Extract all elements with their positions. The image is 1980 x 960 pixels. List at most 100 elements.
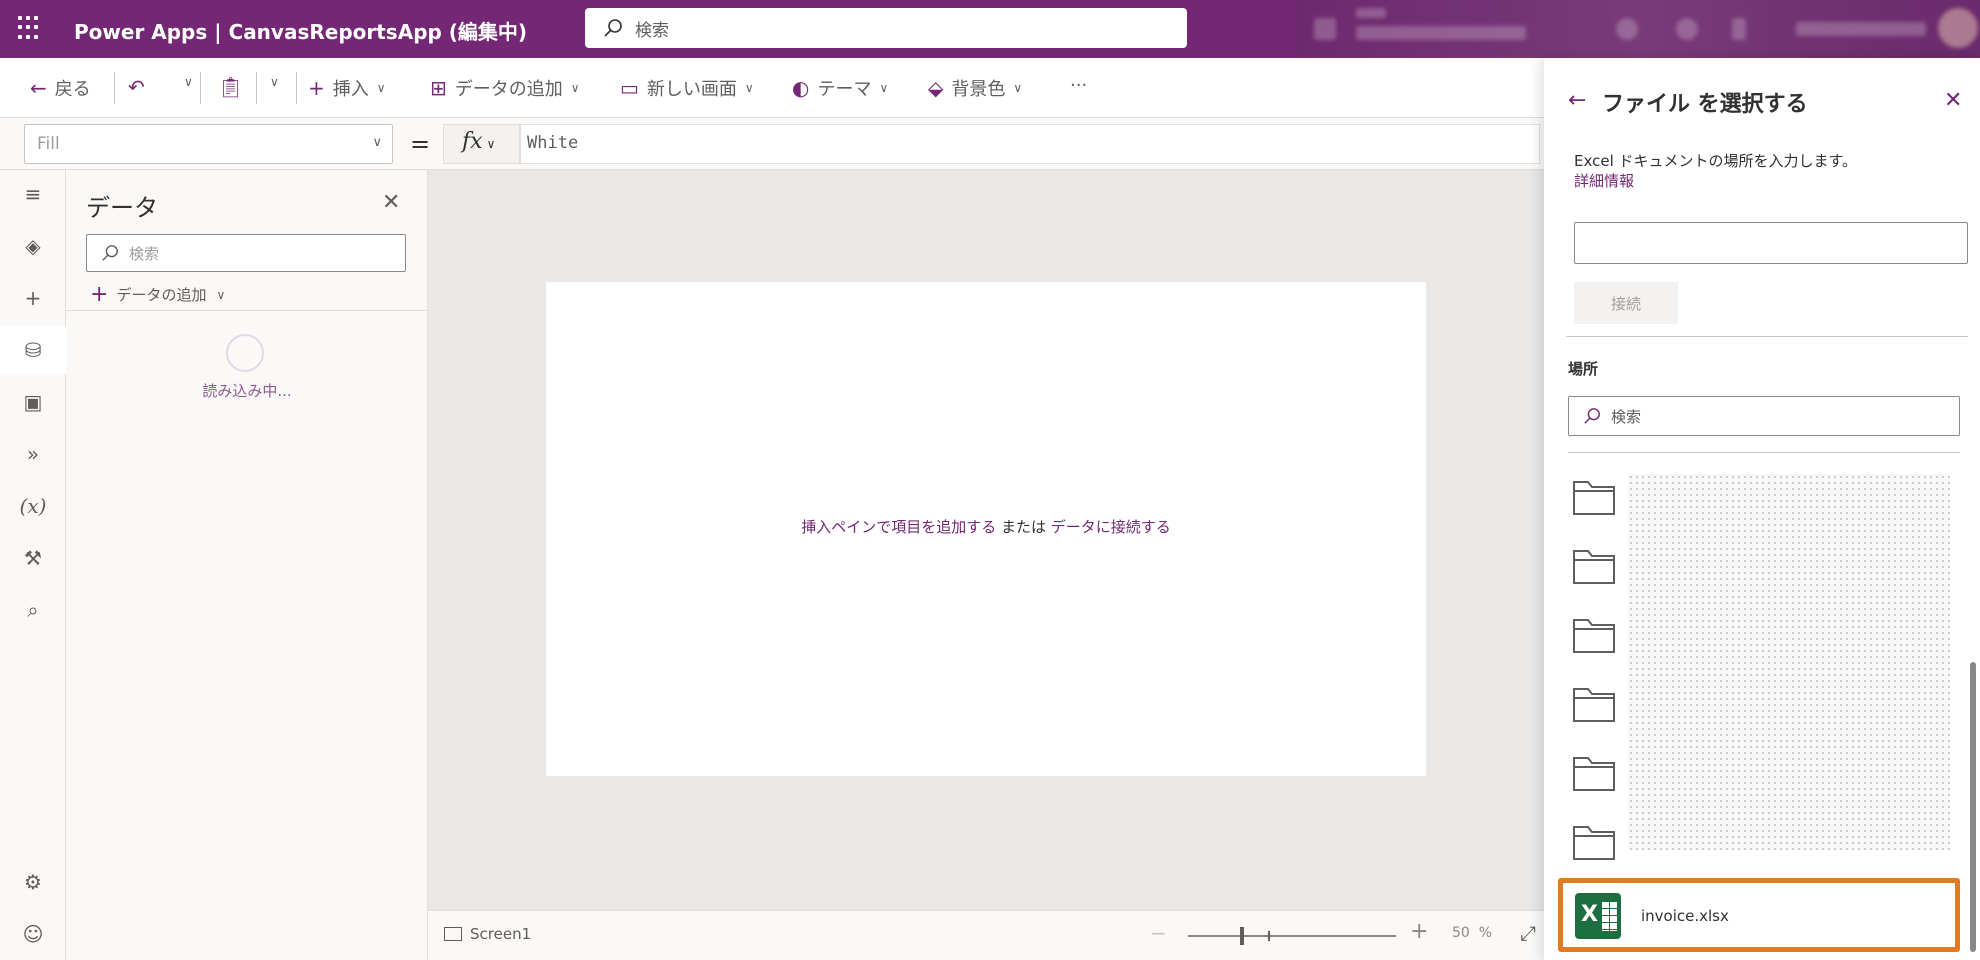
close-icon[interactable]: ✕ [1944,88,1962,113]
app-title: Power Apps | CanvasReportsApp (編集中) [74,20,528,44]
more-commands-button[interactable]: ··· [1070,75,1087,96]
data-search-placeholder: 検索 [129,244,160,263]
chevron-down-icon: ∨ [1013,81,1023,95]
separator [256,72,257,104]
folder-icon[interactable] [1572,614,1616,654]
folder-icon[interactable] [1572,821,1616,861]
new-screen-label: 新しい画面 [646,79,737,100]
loading-text: 読み込み中... [202,382,292,400]
plus-icon: + [90,282,109,307]
back-arrow-icon[interactable]: ← [1568,88,1586,113]
paste-button[interactable]: 📋︎ [218,75,251,99]
canvas-area: 挿入ペインで項目を追加する または データに接続する [428,170,1544,910]
screen-selector[interactable]: Screen1 [444,925,531,943]
folder-icon[interactable] [1572,683,1616,723]
separator [114,72,115,104]
zoom-unit: % [1478,925,1493,941]
add-data-label: データの追加 [454,79,563,100]
connect-button[interactable]: 接続 [1574,282,1678,324]
insert-label: 挿入 [332,79,369,100]
top-bar: Power Apps | CanvasReportsApp (編集中) 検索 [0,0,1980,58]
power-automate-icon[interactable]: » [0,430,66,478]
add-data-link[interactable]: + データの追加 ∨ [90,282,225,307]
theme-button[interactable]: ◐ テーマ ∨ [792,75,888,101]
location-search-placeholder: 検索 [1611,407,1642,426]
loading-spinner [226,334,264,372]
fit-to-window-icon[interactable]: ⤢ [1520,921,1536,945]
settings-icon[interactable]: ⚙ [0,858,66,906]
virtual-agent-icon[interactable]: ☺ [0,910,66,958]
chevron-down-icon: ∨ [216,287,226,302]
formula-input[interactable]: White [520,124,1540,164]
back-button[interactable]: ← 戻る [30,75,91,101]
new-screen-button[interactable]: ▭ 新しい画面 ∨ [620,75,754,101]
zoom-out-button[interactable]: − [1150,921,1167,945]
chevron-down-icon: ∨ [270,75,279,89]
plus-icon: + [308,76,325,100]
add-data-label: データの追加 [116,286,207,304]
file-item-invoice[interactable]: X invoice.xlsx [1558,878,1960,952]
app-launcher-icon[interactable] [18,16,42,40]
zoom-in-button[interactable]: + [1410,919,1428,944]
undo-button[interactable]: ↶ [128,75,153,99]
menu-icon[interactable]: ≡ [0,170,66,218]
tools-icon[interactable]: ⚒ [0,534,66,582]
chevron-down-icon: ∨ [879,81,889,95]
undo-dropdown[interactable]: ∨ [176,75,193,89]
paste-dropdown[interactable]: ∨ [262,75,279,89]
folder-icon[interactable] [1572,545,1616,585]
chevron-down-icon: ∨ [372,135,382,150]
insert-button[interactable]: + 挿入 ∨ [308,75,386,101]
learn-more-link[interactable]: 詳細情報 [1574,170,1634,191]
more-icon: ··· [1070,75,1088,96]
separator [200,72,201,104]
data-panel-title: データ [86,194,158,222]
global-search-input[interactable]: 検索 [585,8,1187,48]
screen-icon [444,927,462,941]
insert-pane-link[interactable]: 挿入ペインで項目を追加する [801,518,996,536]
file-picker-panel: ← ファイル を選択する ✕ Excel ドキュメントの場所を入力します。 詳細… [1544,58,1980,960]
undo-icon: ↶ [128,75,145,99]
background-color-button[interactable]: ⬙ 背景色 ∨ [928,75,1022,101]
file-picker-title: ファイル を選択する [1602,92,1808,117]
data-search-input[interactable]: 検索 [86,234,406,272]
folder-icon[interactable] [1572,752,1616,792]
divider [66,310,428,311]
search-icon [604,19,622,37]
left-rail: ≡ ◈ + ⛁ ▣ » (x) ⚒ ⌕ ⚙ ☺ [0,170,66,960]
variables-icon[interactable]: (x) [0,482,66,530]
new-screen-icon: ▭ [620,76,639,100]
media-icon[interactable]: ▣ [0,378,66,426]
property-dropdown[interactable]: Fill ∨ [24,124,393,164]
file-location-input[interactable] [1574,222,1968,264]
divider [1566,336,1968,337]
file-name: invoice.xlsx [1641,907,1729,925]
palette-icon: ◐ [792,76,810,100]
paint-bucket-icon: ⬙ [928,76,944,100]
zoom-level: 50 % [1452,925,1492,941]
fx-button[interactable]: fx ∨ [443,124,520,164]
data-panel: データ ✕ 検索 + データの追加 ∨ 読み込み中... [66,170,428,960]
insert-icon[interactable]: + [0,274,66,322]
tree-view-icon[interactable]: ◈ [0,222,66,270]
zoom-slider-thumb[interactable] [1240,927,1244,945]
background-color-label: 背景色 [951,79,1006,100]
search-icon[interactable]: ⌕ [0,586,66,634]
connect-data-link[interactable]: データに接続する [1051,518,1171,536]
location-label: 場所 [1568,360,1599,378]
chevron-down-icon: ∨ [486,137,496,151]
location-search-input[interactable]: 検索 [1568,396,1960,436]
data-icon[interactable]: ⛁ [0,326,66,374]
close-icon[interactable]: ✕ [382,190,400,215]
add-data-button[interactable]: ⊞ データの追加 ∨ [430,75,580,101]
folder-icon[interactable] [1572,476,1616,516]
file-picker-description: Excel ドキュメントの場所を入力します。 [1574,152,1858,170]
hint-or: または [996,518,1051,536]
zoom-slider-tick [1268,931,1270,941]
scrollbar[interactable] [1970,662,1976,952]
divider [1568,452,1960,453]
zoom-slider[interactable] [1188,935,1396,937]
screen-name: Screen1 [470,925,532,943]
empty-screen-hint: 挿入ペインで項目を追加する または データに接続する [546,516,1426,537]
app-screen[interactable]: 挿入ペインで項目を追加する または データに接続する [546,282,1426,776]
